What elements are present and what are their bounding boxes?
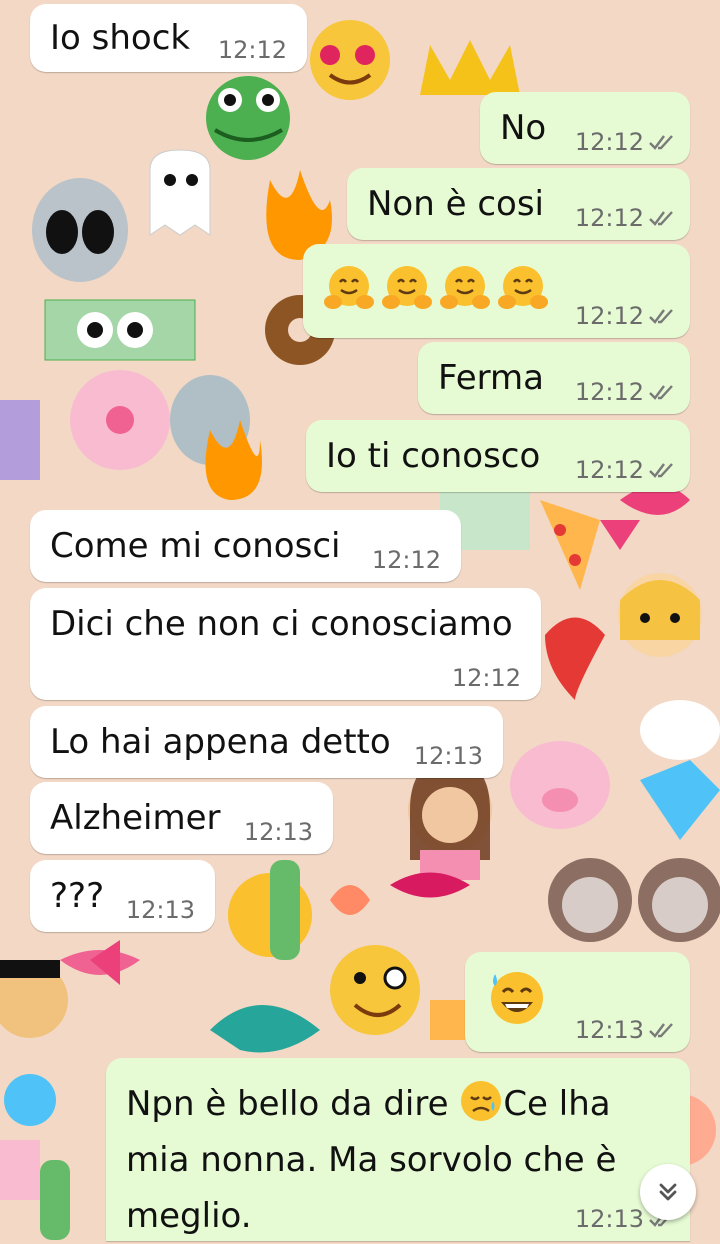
message-time: 12:13 xyxy=(243,818,313,846)
read-check-icon xyxy=(649,385,673,400)
message-text: Alzheimer xyxy=(50,798,221,838)
incoming-message[interactable]: ??? 12:13 xyxy=(30,860,215,932)
read-check-icon xyxy=(649,309,673,324)
message-time: 12:12 xyxy=(371,546,441,574)
read-check-icon xyxy=(649,1023,673,1038)
message-text-block: Npn è bello da dire Ce lha mia nonna. Ma… xyxy=(126,1076,646,1244)
message-text: ??? xyxy=(50,876,105,916)
hugging-face-emoji xyxy=(498,266,548,309)
hugging-face-emoji xyxy=(382,266,432,309)
message-time: 12:12 xyxy=(574,204,644,232)
message-time: 12:12 xyxy=(574,456,644,484)
outgoing-message[interactable]: No 12:12 xyxy=(480,92,690,164)
outgoing-message[interactable]: Ferma 12:12 xyxy=(418,342,690,414)
outgoing-message[interactable]: Io ti conosco 12:12 xyxy=(306,420,690,492)
outgoing-message[interactable]: Non è cosi 12:12 xyxy=(347,168,690,240)
read-check-icon xyxy=(649,463,673,478)
message-text: Ferma xyxy=(438,358,544,398)
message-time: 12:12 xyxy=(574,128,644,156)
outgoing-message[interactable]: 12:13 xyxy=(465,952,690,1052)
read-check-icon xyxy=(649,135,673,150)
grinning-sweat-emoji xyxy=(491,972,543,1024)
message-time: 12:12 xyxy=(217,36,287,64)
message-time: 12:12 xyxy=(574,378,644,406)
scroll-to-bottom-button[interactable] xyxy=(640,1164,696,1220)
hugging-face-emoji xyxy=(440,266,490,309)
message-time: 12:13 xyxy=(574,1205,644,1233)
message-time: 12:12 xyxy=(574,302,644,330)
incoming-message[interactable]: Dici che non ci conosciamo 12:12 xyxy=(30,588,541,700)
message-text: Dici che non ci conosciamo xyxy=(50,604,513,644)
message-text: Lo hai appena detto xyxy=(50,722,391,762)
message-text: Io ti conosco xyxy=(326,436,541,476)
sad-relieved-emoji xyxy=(461,1081,502,1121)
message-text: Npn è bello da dire xyxy=(126,1084,460,1124)
message-time: 12:13 xyxy=(125,896,195,924)
message-time: 12:12 xyxy=(451,664,521,692)
message-text: Come mi conosci xyxy=(50,526,341,566)
incoming-message[interactable]: Lo hai appena detto 12:13 xyxy=(30,706,503,778)
outgoing-message[interactable]: Npn è bello da dire Ce lha mia nonna. Ma… xyxy=(106,1058,690,1241)
message-time: 12:13 xyxy=(413,742,483,770)
hugging-face-emoji xyxy=(324,266,374,309)
incoming-message[interactable]: Io shock 12:12 xyxy=(30,4,307,72)
message-text: No xyxy=(500,108,547,148)
message-text: Non è cosi xyxy=(367,184,544,224)
message-text: Io shock xyxy=(50,18,191,58)
incoming-message[interactable]: Come mi conosci 12:12 xyxy=(30,510,461,582)
chat-area[interactable]: Io shock 12:12 No 12:12 Non è cosi 12:12… xyxy=(0,0,720,1241)
incoming-message[interactable]: Alzheimer 12:13 xyxy=(30,782,333,854)
outgoing-message[interactable]: 12:12 xyxy=(303,244,690,338)
message-time: 12:13 xyxy=(574,1016,644,1044)
double-chevron-down-icon xyxy=(659,1183,677,1201)
read-check-icon xyxy=(649,211,673,226)
